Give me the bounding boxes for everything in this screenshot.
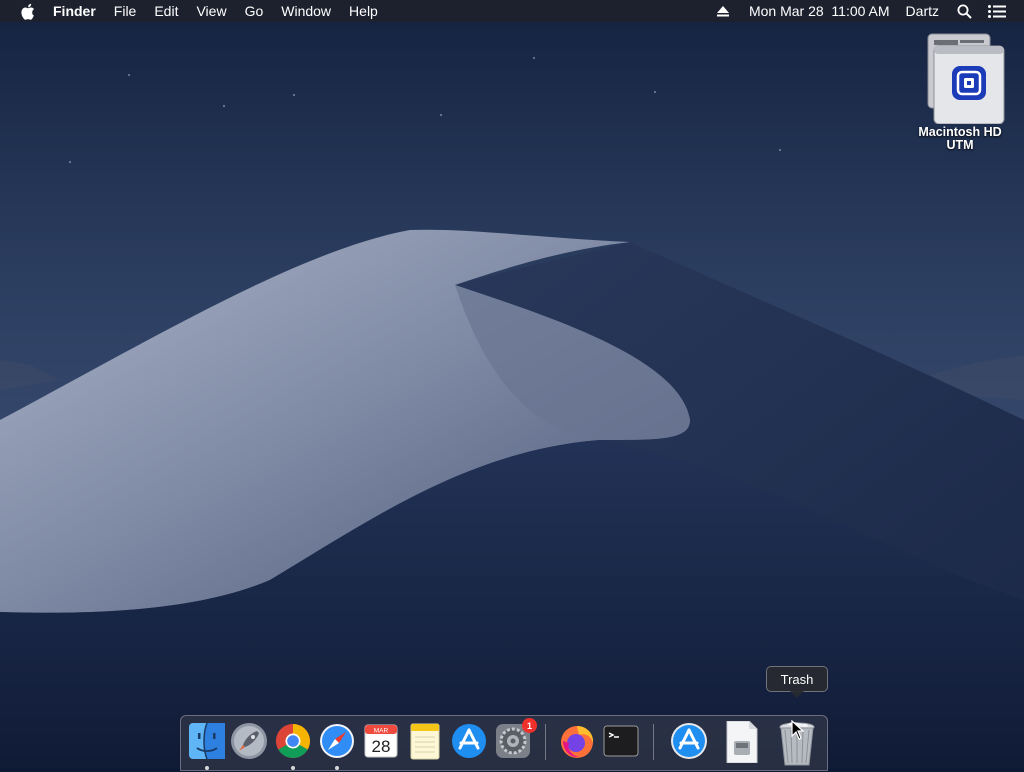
hard-drive-icon [927,33,1005,124]
menu-view[interactable]: View [187,0,235,22]
notification-badge: 1 [522,718,537,733]
dock-tooltip: Trash [766,666,828,692]
dock-item-applications[interactable] [669,721,709,761]
spotlight-search-icon[interactable] [945,4,978,19]
menu-file[interactable]: File [105,0,146,22]
menu-app-finder[interactable]: Finder [44,0,105,22]
calendar-icon: MAR 28 [364,724,398,758]
dock-item-launchpad[interactable] [229,721,269,761]
dock-item-finder[interactable] [187,721,227,770]
desktop-disk-icon[interactable]: Macintosh HD UTM [906,32,1014,152]
menu-edit[interactable]: Edit [145,0,187,22]
menu-go[interactable]: Go [236,0,273,22]
menubar-user[interactable]: Dartz [896,0,945,22]
firefox-icon [561,726,594,758]
calendar-day: 28 [372,737,391,756]
dock-separator [653,724,654,760]
launchpad-icon [231,723,267,759]
dock-item-document[interactable] [721,720,761,764]
tooltip-arrow [790,691,804,698]
dock: MAR 28 1 [180,715,828,771]
dock-item-safari[interactable] [317,721,357,770]
control-center-list-icon[interactable] [978,4,1012,18]
running-indicator [205,766,209,770]
calendar-month: MAR [374,728,389,735]
running-indicator [291,766,295,770]
dock-item-firefox[interactable] [557,721,597,761]
menu-bar: Finder File Edit View Go Window Help Mon… [0,0,1024,22]
dock-item-terminal[interactable] [601,721,641,761]
app-store-folder-icon [671,723,707,759]
finder-icon [189,722,225,760]
dock-item-notes[interactable] [405,721,445,761]
running-indicator [335,766,339,770]
menubar-clock[interactable]: Mon Mar 28 11:00 AM [743,0,896,22]
menu-help[interactable]: Help [340,0,387,22]
dock-item-system-preferences[interactable]: 1 [493,718,537,761]
safari-icon [320,724,354,758]
dock-separator [545,724,546,760]
dock-item-app-store[interactable] [449,721,489,761]
disk-label-line2: UTM [946,138,974,152]
app-store-icon [452,724,486,758]
dock-item-chrome[interactable] [273,721,313,770]
chrome-icon [276,724,310,758]
mouse-cursor-icon [791,720,805,740]
notes-icon [410,723,440,760]
apple-icon[interactable] [18,2,36,20]
menu-window[interactable]: Window [272,0,340,22]
eject-icon[interactable] [711,5,743,17]
terminal-icon [603,725,639,757]
desktop-wallpaper [0,0,1024,768]
document-icon [726,720,758,764]
dock-item-calendar[interactable]: MAR 28 [361,721,401,761]
